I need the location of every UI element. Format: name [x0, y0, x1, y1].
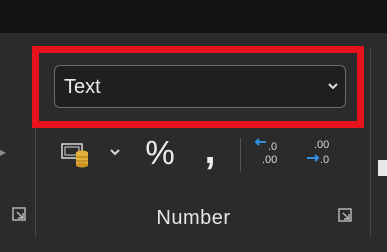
svg-text:.00: .00: [314, 139, 329, 151]
left-group-arrow-icon: ▸: [0, 145, 7, 159]
title-bar: [0, 0, 387, 33]
svg-text:.0: .0: [320, 154, 329, 166]
percent-style-button[interactable]: %: [140, 133, 180, 173]
accounting-format-icon[interactable]: [60, 140, 92, 170]
number-group-label: Number: [156, 207, 231, 229]
comma-style-button[interactable]: ,: [198, 130, 222, 172]
increase-decimal-icon[interactable]: .0 .00: [252, 136, 288, 170]
accounting-dropdown-chevron-icon[interactable]: [108, 145, 122, 159]
decrease-decimal-icon[interactable]: .00 .0: [304, 136, 340, 170]
svg-text:.00: .00: [262, 154, 277, 166]
button-separator: [240, 138, 241, 172]
svg-text:.0: .0: [268, 141, 277, 153]
annotation-highlight: [32, 46, 364, 128]
next-group-edge: [378, 160, 387, 176]
number-dialog-launcher-icon[interactable]: [338, 208, 352, 222]
